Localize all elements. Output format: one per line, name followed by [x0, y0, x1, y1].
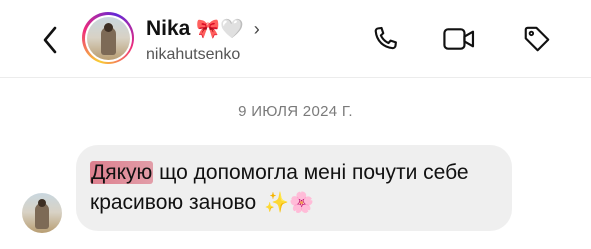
- contact-name: Nika: [146, 17, 191, 40]
- video-call-button[interactable]: [442, 22, 476, 56]
- tag-icon: [524, 26, 550, 52]
- avatar: [86, 16, 130, 60]
- contact-username[interactable]: nikahutsenko: [146, 46, 240, 64]
- sender-avatar[interactable]: [22, 193, 62, 233]
- contact-name-row[interactable]: Nika 🎀🤍 ›: [146, 16, 260, 42]
- phone-icon: [374, 26, 397, 50]
- call-button[interactable]: [368, 22, 402, 56]
- message-emojis: ✨🌸: [264, 192, 314, 214]
- video-camera-icon: [443, 28, 475, 50]
- tag-button[interactable]: [520, 22, 554, 56]
- profile-avatar-story-ring[interactable]: [82, 12, 134, 64]
- highlighted-word: Дякую: [90, 161, 154, 184]
- message-bubble[interactable]: Дякую що допомогла мені почути себе крас…: [76, 145, 512, 231]
- chat-header: Nika 🎀🤍 › nikahutsenko: [0, 0, 591, 78]
- back-chevron-icon: [43, 26, 57, 54]
- chevron-right-icon: ›: [253, 18, 260, 39]
- back-button[interactable]: [36, 24, 64, 56]
- name-emojis: 🎀🤍: [196, 18, 244, 40]
- date-separator: 9 ИЮЛЯ 2024 Г.: [238, 103, 353, 120]
